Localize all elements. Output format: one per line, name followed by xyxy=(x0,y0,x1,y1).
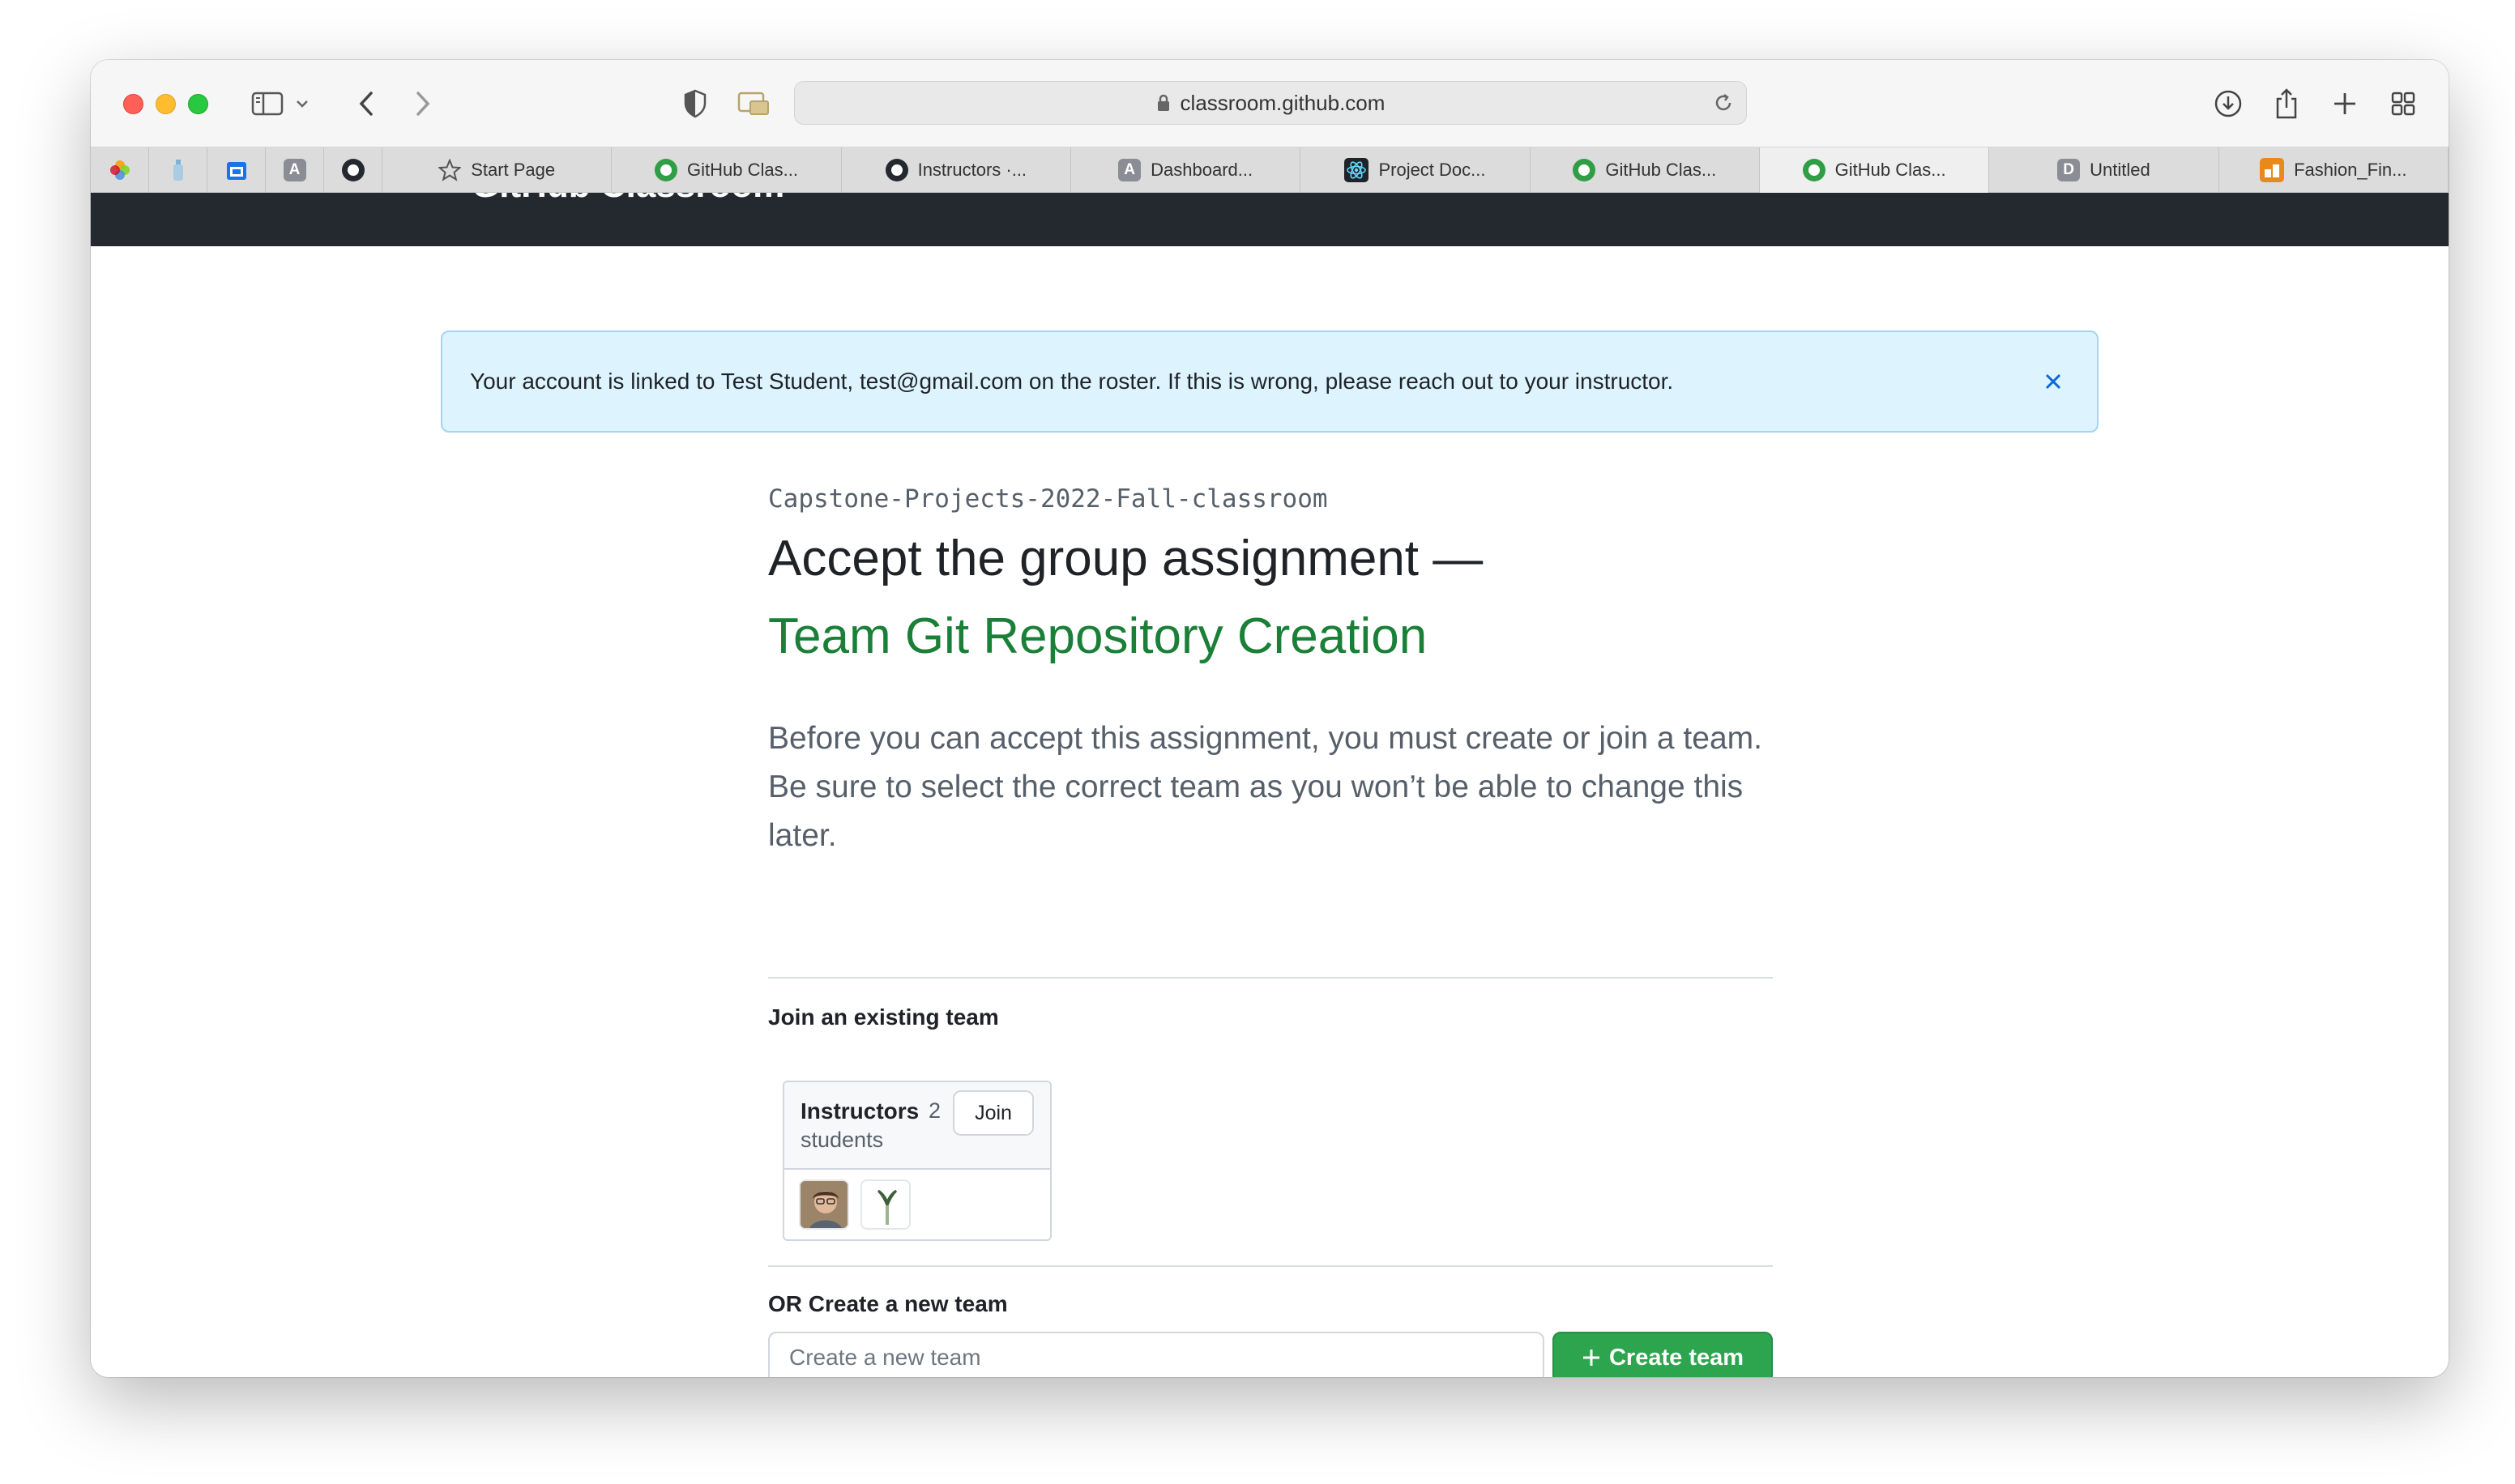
react-icon xyxy=(1344,158,1369,182)
privacy-shield-icon[interactable] xyxy=(676,84,715,123)
tab-github-classroom-active[interactable]: GitHub Clas... xyxy=(1759,147,1990,193)
zoom-window-button[interactable] xyxy=(188,94,208,114)
site-header-title[interactable]: GitHub Classroom xyxy=(472,193,784,206)
divider xyxy=(768,977,1773,979)
share-icon[interactable] xyxy=(2267,84,2306,123)
tab-project-doc[interactable]: Project Doc... xyxy=(1300,147,1531,193)
reload-icon[interactable] xyxy=(1709,88,1738,117)
pinned-tab-github[interactable] xyxy=(324,147,382,193)
a-icon: A xyxy=(283,159,306,181)
pinned-tab-photos[interactable] xyxy=(91,147,149,193)
join-team-button[interactable]: Join xyxy=(953,1090,1034,1136)
lock-icon xyxy=(1157,94,1169,111)
organization-name: Capstone-Projects-2022-Fall-classroom xyxy=(768,484,1328,514)
create-team-heading: OR Create a new team xyxy=(768,1291,1008,1316)
create-team-button[interactable]: Create team xyxy=(1552,1332,1773,1377)
picture-in-picture-icon[interactable] xyxy=(734,84,773,123)
avatar[interactable] xyxy=(799,1179,849,1230)
tab-start-page[interactable]: Start Page xyxy=(382,147,613,193)
join-team-heading: Join an existing team xyxy=(768,1004,999,1030)
d-icon: D xyxy=(2057,159,2081,181)
downloads-icon[interactable] xyxy=(2209,84,2248,123)
fashion-app-icon xyxy=(2260,158,2285,182)
divider xyxy=(768,1265,1773,1267)
minimize-window-button[interactable] xyxy=(156,94,176,114)
team-card-instructors: Instructors 2 students Join xyxy=(783,1081,1052,1241)
tab-fashion-finder[interactable]: Fashion_Fin... xyxy=(2219,147,2449,193)
url-text: classroom.github.com xyxy=(1180,90,1386,115)
github-classroom-icon xyxy=(1802,159,1825,181)
tab-untitled[interactable]: D Untitled xyxy=(1989,147,2219,193)
team-card-header: Instructors 2 students Join xyxy=(784,1082,1050,1170)
tab-overview-icon[interactable] xyxy=(2384,84,2423,123)
tab-github-classroom-1[interactable]: GitHub Clas... xyxy=(612,147,842,193)
chevron-down-icon[interactable] xyxy=(290,84,314,123)
team-member-count: 2 xyxy=(929,1098,942,1123)
bottle-icon xyxy=(173,160,183,181)
page-content: Your account is linked to Test Student, … xyxy=(91,246,2449,1377)
github-classroom-icon xyxy=(1573,159,1596,181)
forward-icon[interactable] xyxy=(404,84,442,123)
browser-window: classroom.github.com A Start Page GitHub… xyxy=(91,60,2449,1377)
tab-bar: A Start Page GitHub Clas... Instructors … xyxy=(91,147,2449,193)
close-icon[interactable] xyxy=(2037,365,2069,398)
create-team-button-label: Create team xyxy=(1608,1344,1744,1371)
site-header: GitHub Classroom xyxy=(91,193,2449,246)
a-icon: A xyxy=(1118,159,1142,181)
browser-toolbar: classroom.github.com xyxy=(91,60,2449,147)
roster-flash-notice: Your account is linked to Test Student, … xyxy=(441,330,2099,433)
team-name: Instructors xyxy=(801,1098,920,1124)
photos-app-icon xyxy=(109,160,130,180)
pinned-tab-a[interactable]: A xyxy=(266,147,324,193)
calendar-icon xyxy=(226,162,246,180)
sidebar-toggle-icon[interactable] xyxy=(248,84,287,123)
address-bar[interactable]: classroom.github.com xyxy=(794,81,1747,125)
tab-instructors[interactable]: Instructors ·... xyxy=(842,147,1071,193)
github-icon xyxy=(885,159,908,181)
new-team-name-input[interactable] xyxy=(768,1332,1544,1377)
back-icon[interactable] xyxy=(347,84,386,123)
flash-message: Your account is linked to Test Student, … xyxy=(470,369,1674,394)
tab-github-classroom-2[interactable]: GitHub Clas... xyxy=(1531,147,1760,193)
avatar[interactable] xyxy=(860,1179,911,1230)
team-member-count-label: students xyxy=(801,1128,884,1152)
pinned-tab-calendar[interactable] xyxy=(207,147,266,193)
assignment-name: Team Git Repository Creation xyxy=(768,608,1428,664)
plus-icon xyxy=(1582,1350,1599,1366)
pinned-tab-bottle[interactable] xyxy=(149,147,207,193)
assignment-instructions: Before you can accept this assignment, y… xyxy=(768,721,1762,853)
star-icon xyxy=(438,159,462,181)
tab-dashboard[interactable]: A Dashboard... xyxy=(1071,147,1301,193)
close-window-button[interactable] xyxy=(123,94,143,114)
github-classroom-icon xyxy=(655,159,678,181)
github-icon xyxy=(341,159,365,181)
page-title: Accept the group assignment — xyxy=(768,531,1484,586)
new-tab-icon[interactable] xyxy=(2325,84,2364,123)
